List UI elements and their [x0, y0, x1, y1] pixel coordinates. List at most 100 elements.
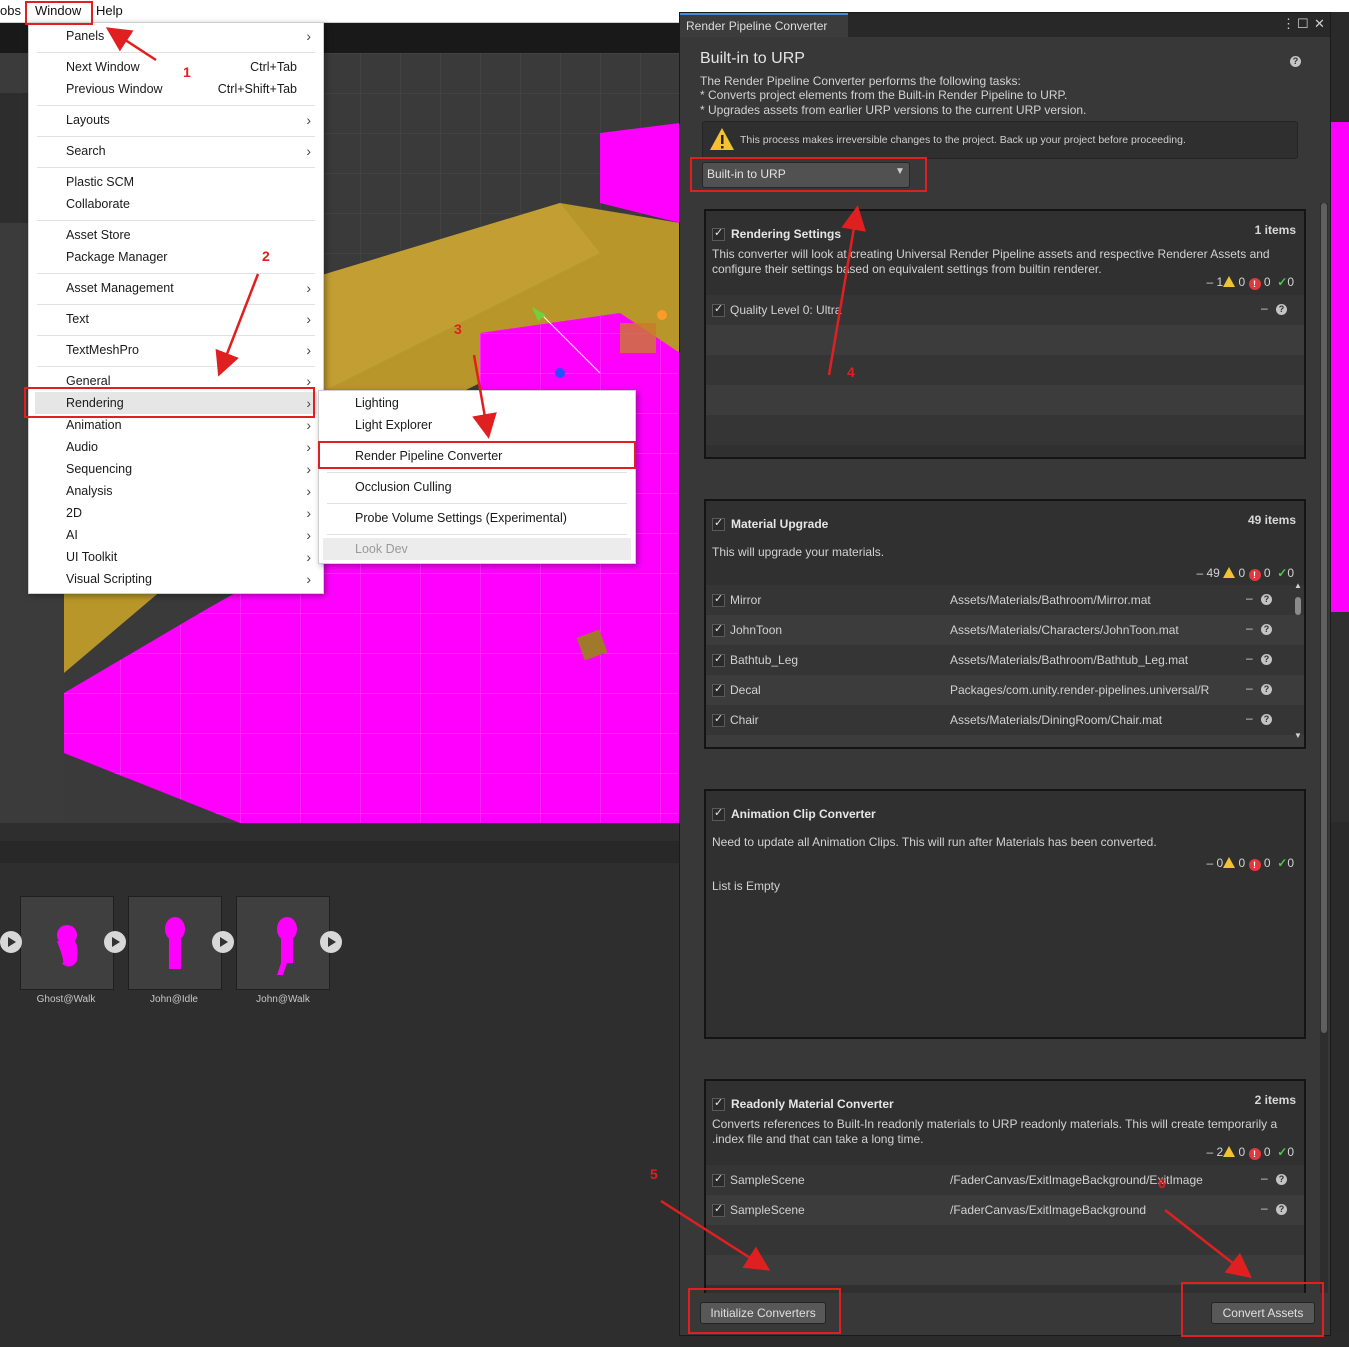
menu-item-layouts[interactable]: Layouts	[66, 113, 110, 127]
help-icon[interactable]: ?	[1261, 594, 1272, 605]
menu-item-2d[interactable]: 2D	[66, 506, 82, 520]
divider	[37, 220, 315, 221]
menu-item-asset-store[interactable]: Asset Store	[66, 228, 131, 242]
close-icon[interactable]: ✕	[1314, 16, 1325, 32]
page-title: Built-in to URP	[700, 50, 805, 67]
divider	[37, 167, 315, 168]
clip-thumbnail-john-walk[interactable]	[236, 896, 330, 990]
list-row[interactable]: Mirror Assets/Materials/Bathroom/Mirror.…	[706, 585, 1304, 615]
help-icon[interactable]: ?	[1276, 304, 1287, 315]
rendering-submenu: Lighting Light Explorer Render Pipeline …	[318, 390, 636, 564]
maximize-icon[interactable]: ☐	[1297, 16, 1309, 32]
list-scrollbar-thumb[interactable]	[1295, 597, 1301, 615]
submenu-item-probe-volume-settings[interactable]: Probe Volume Settings (Experimental)	[355, 511, 567, 525]
clip-thumbnail-ghost-walk[interactable]	[20, 896, 114, 990]
menu-item-sequencing[interactable]: Sequencing	[66, 462, 132, 476]
row-path: Assets/Materials/Bathroom/Bathtub_Leg.ma…	[950, 653, 1189, 667]
row-path: Assets/Materials/Characters/JohnToon.mat	[950, 623, 1179, 637]
list-row[interactable]: SampleScene /FaderCanvas/ExitImageBackgr…	[706, 1165, 1304, 1195]
menu-help[interactable]: Help	[96, 3, 123, 18]
scroll-up-icon[interactable]: ▲	[1294, 581, 1302, 590]
warning-icon	[710, 128, 734, 150]
help-icon[interactable]: ?	[1261, 654, 1272, 665]
submenu-item-occlusion-culling[interactable]: Occlusion Culling	[355, 480, 452, 494]
row-checkbox[interactable]	[712, 1172, 725, 1187]
error-icon: !	[1248, 278, 1261, 290]
help-icon[interactable]: ?	[1276, 1174, 1287, 1185]
row-name: Quality Level 0: Ultra	[730, 303, 842, 317]
menu-item-package-manager[interactable]: Package Manager	[66, 250, 167, 264]
row-checkbox[interactable]	[712, 1202, 725, 1217]
section-checkbox[interactable]	[712, 806, 725, 821]
row-name: Bathtub_Leg	[730, 653, 799, 667]
row-checkbox[interactable]	[712, 652, 725, 667]
menu-item-visual-scripting[interactable]: Visual Scripting	[66, 572, 152, 586]
play-icon[interactable]	[104, 931, 126, 953]
row-checkbox[interactable]	[712, 592, 725, 607]
list-row[interactable]: Chair Assets/Materials/DiningRoom/Chair.…	[706, 705, 1304, 735]
menu-item-previous-window[interactable]: Previous Window	[66, 82, 163, 96]
play-icon[interactable]	[0, 931, 22, 953]
warning-count: 0	[1238, 856, 1246, 870]
success-icon: ✓	[1277, 1145, 1288, 1159]
menu-item-general[interactable]: General	[66, 374, 110, 388]
menu-item-ai[interactable]: AI	[66, 528, 78, 542]
tab-render-pipeline-converter[interactable]: Render Pipeline Converter	[680, 13, 848, 37]
list-row[interactable]: JohnToon Assets/Materials/Characters/Joh…	[706, 615, 1304, 645]
list-row[interactable]: SampleScene /FaderCanvas/ExitImageBackgr…	[706, 1195, 1304, 1225]
row-checkbox[interactable]	[712, 622, 725, 637]
menu-item-analysis[interactable]: Analysis	[66, 484, 113, 498]
clip-thumbnail-john-idle[interactable]	[128, 896, 222, 990]
submenu-item-lighting[interactable]: Lighting	[355, 396, 399, 410]
menu-jobs[interactable]: obs	[0, 3, 21, 18]
section-description: Converts references to Built-In readonly…	[712, 1117, 1278, 1146]
warning-text: This process makes irreversible changes …	[740, 134, 1186, 146]
help-icon[interactable]: ?	[1261, 684, 1272, 695]
help-icon[interactable]: ?	[1290, 56, 1301, 67]
row-name: JohnToon	[730, 623, 783, 637]
menu-item-asset-management[interactable]: Asset Management	[66, 281, 174, 295]
annotation-box	[690, 157, 927, 192]
scrollbar-thumb[interactable]	[1321, 203, 1327, 1033]
chevron-right-icon: ›	[306, 28, 311, 44]
section-checkbox[interactable]	[712, 516, 725, 531]
menu-item-text[interactable]: Text	[66, 312, 89, 326]
menu-item-textmeshpro[interactable]: TextMeshPro	[66, 343, 139, 357]
help-icon[interactable]: ?	[1261, 714, 1272, 725]
play-icon[interactable]	[320, 931, 342, 953]
divider	[37, 273, 315, 274]
row-name: Chair	[730, 713, 759, 727]
menu-item-plastic-scm[interactable]: Plastic SCM	[66, 175, 134, 189]
row-path: /FaderCanvas/ExitImageBackground	[950, 1203, 1147, 1217]
menu-item-next-window[interactable]: Next Window	[66, 60, 140, 74]
scroll-down-icon[interactable]: ▼	[1294, 731, 1302, 740]
help-icon[interactable]: ?	[1261, 624, 1272, 635]
row-checkbox[interactable]	[712, 682, 725, 697]
section-checkbox[interactable]	[712, 1096, 725, 1111]
row-name: Decal	[730, 683, 761, 697]
menu-item-ui-toolkit[interactable]: UI Toolkit	[66, 550, 117, 564]
annotation-box	[1181, 1282, 1324, 1337]
row-checkbox[interactable]	[712, 302, 725, 317]
empty-list-text: List is Empty	[712, 879, 781, 893]
list-row[interactable]: Bathtub_Leg Assets/Materials/Bathroom/Ba…	[706, 645, 1304, 675]
list-row[interactable]: Quality Level 0: Ultra – ?	[706, 295, 1304, 325]
list-row-partial[interactable]	[706, 735, 1304, 747]
menu-item-animation[interactable]: Animation	[66, 418, 122, 432]
menu-item-audio[interactable]: Audio	[66, 440, 98, 454]
converter-scrollbar[interactable]	[1320, 203, 1328, 1293]
submenu-item-light-explorer[interactable]: Light Explorer	[355, 418, 432, 432]
menu-item-collaborate[interactable]: Collaborate	[66, 197, 130, 211]
list-row[interactable]: Decal Packages/com.unity.render-pipeline…	[706, 675, 1304, 705]
status-pending-icon: –	[1246, 591, 1253, 605]
help-icon[interactable]: ?	[1276, 1204, 1287, 1215]
menu-item-search[interactable]: Search	[66, 144, 106, 158]
menu-item-panels[interactable]: Panels	[66, 29, 104, 43]
row-checkbox[interactable]	[712, 712, 725, 727]
section-checkbox[interactable]	[712, 226, 725, 241]
clip-label: John@Idle	[150, 994, 198, 1005]
list-scrollbar[interactable]: ▲ ▼	[1294, 581, 1302, 741]
more-options-icon[interactable]: ⋮	[1282, 16, 1295, 32]
play-icon[interactable]	[212, 931, 234, 953]
empty-row	[706, 415, 1304, 445]
